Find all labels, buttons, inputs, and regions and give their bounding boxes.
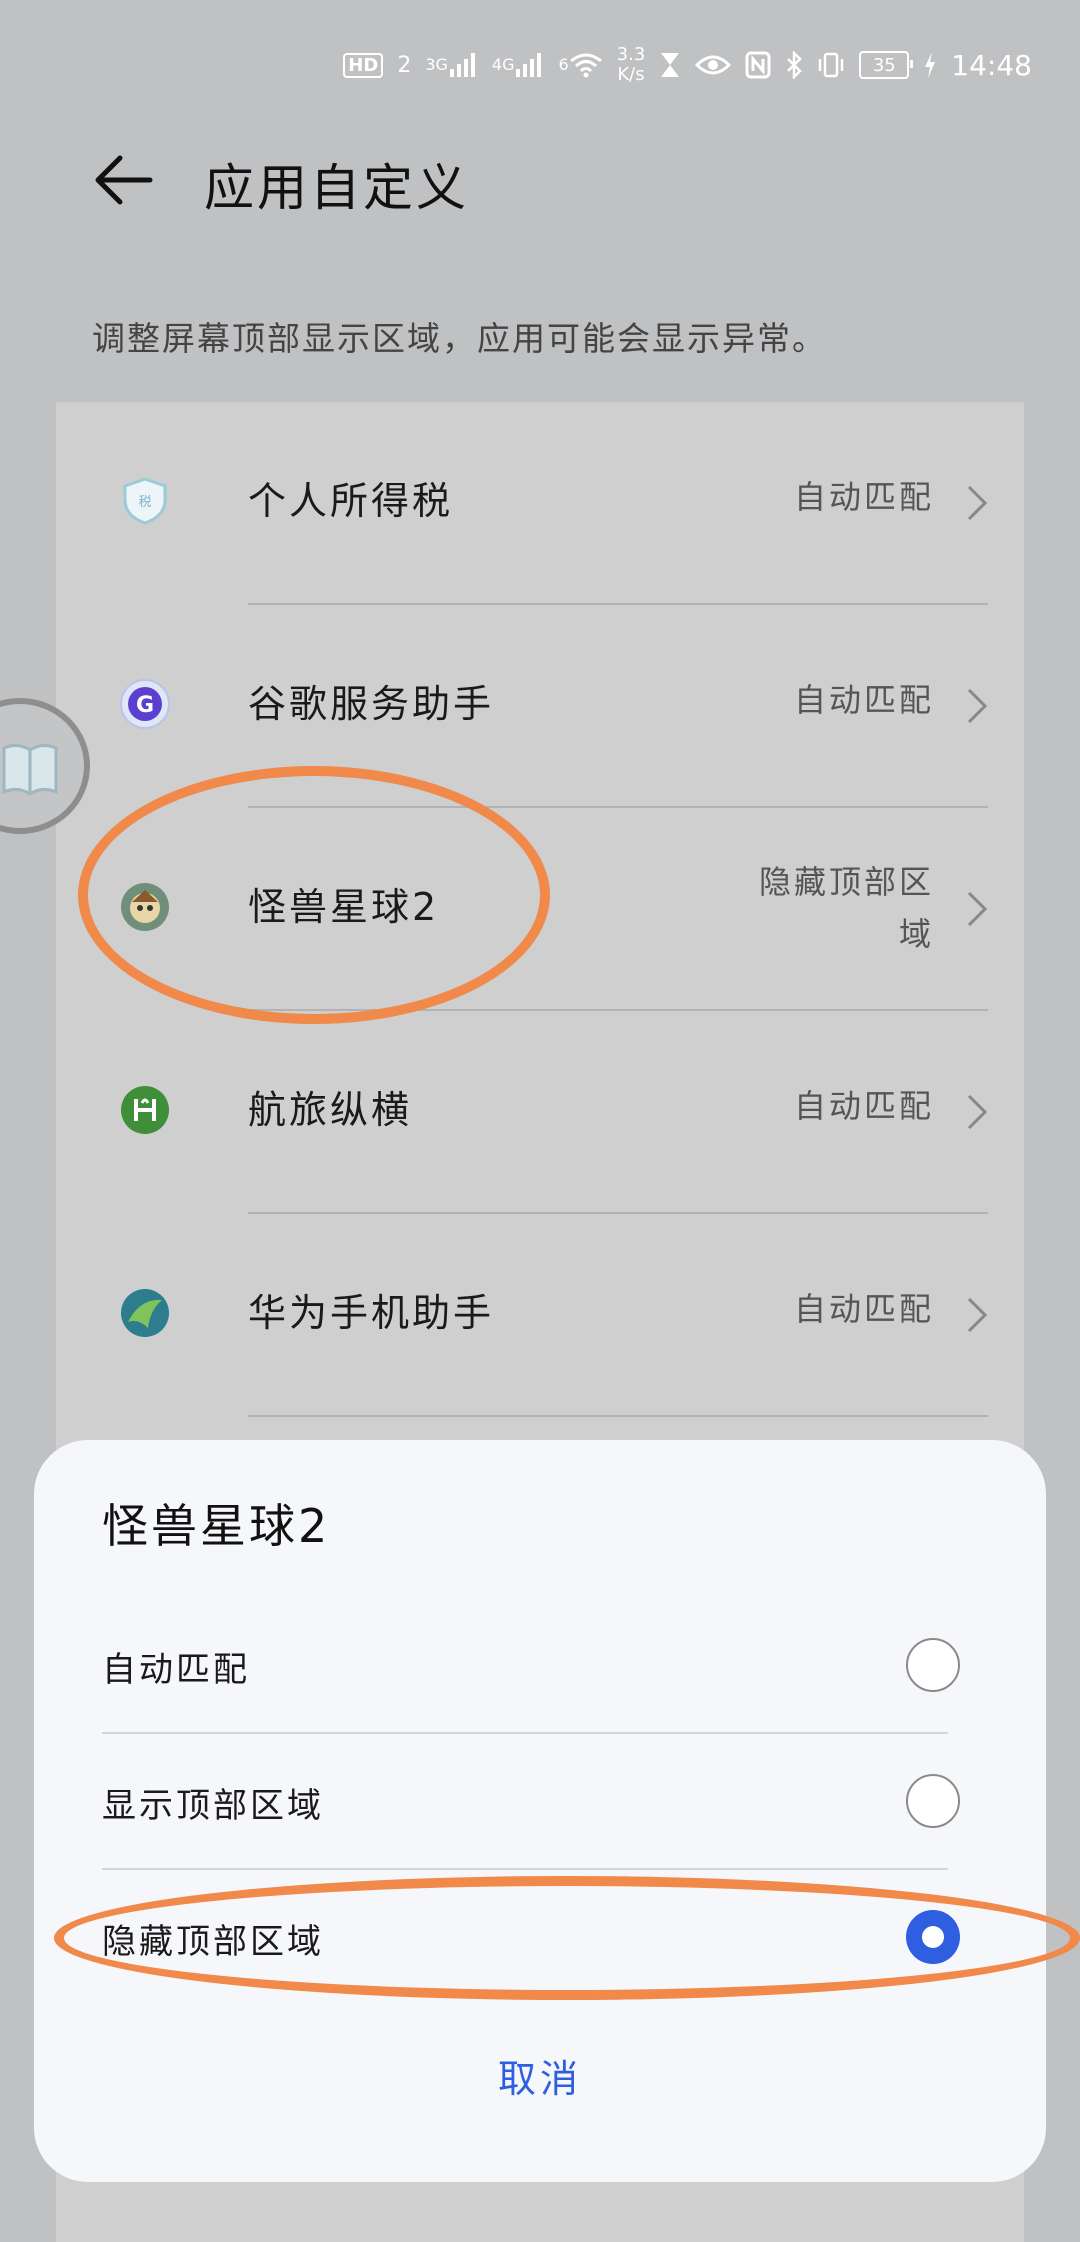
list-item[interactable]: 航旅纵横 自动匹配	[56, 1011, 1024, 1214]
option-label: 自动匹配	[102, 1650, 250, 1690]
phone-assistant-icon	[120, 1288, 170, 1338]
charging-icon	[923, 51, 937, 79]
travel-icon	[120, 1085, 170, 1135]
signal-3g-icon: 3G	[425, 53, 478, 77]
chevron-right-icon	[966, 890, 988, 928]
app-name: 华为手机助手	[248, 1291, 495, 1335]
svg-text:G: G	[136, 693, 154, 718]
app-value: 自动匹配	[793, 1290, 934, 1328]
hd-icon: HD	[343, 52, 384, 78]
signal-4g-icon: 4G	[492, 53, 545, 77]
battery-icon: 35	[859, 51, 914, 79]
app-value: 自动匹配	[793, 1087, 934, 1125]
app-name: 怪兽星球2	[248, 885, 440, 929]
eye-icon	[695, 53, 732, 77]
bluetooth-icon	[785, 51, 803, 79]
page-title: 应用自定义	[204, 159, 469, 217]
back-arrow-icon[interactable]	[90, 150, 160, 210]
dialog-title: 怪兽星球2	[102, 1499, 331, 1553]
cancel-button[interactable]: 取消	[34, 2048, 1046, 2103]
status-bar: HD 2 3G 4G 6 3.3 K/s 35 14:48	[343, 40, 1032, 90]
list-item[interactable]: 怪兽星球2 隐藏顶部区 域	[56, 808, 1024, 1011]
option-label: 显示顶部区域	[102, 1786, 324, 1826]
network-speed: 3.3 K/s	[617, 45, 646, 85]
radio-button[interactable]	[906, 1638, 960, 1692]
app-name: 航旅纵横	[248, 1088, 413, 1132]
sim-label: 2	[397, 52, 412, 78]
page-description: 调整屏幕顶部显示区域，应用可能会显示异常。	[92, 319, 827, 358]
list-item[interactable]: G 谷歌服务助手 自动匹配	[56, 605, 1024, 808]
radio-button-selected[interactable]	[906, 1910, 960, 1964]
divider	[248, 1415, 988, 1417]
radio-button[interactable]	[906, 1774, 960, 1828]
option-hide-top-area[interactable]: 隐藏顶部区域	[102, 1870, 1014, 2006]
app-value-line: 域	[898, 915, 934, 953]
option-auto-match[interactable]: 自动匹配	[102, 1598, 1014, 1734]
app-value: 隐藏顶部区 域	[714, 856, 934, 960]
app-name: 谷歌服务助手	[248, 682, 495, 726]
speed-value: 3.3	[616, 44, 646, 65]
list-item[interactable]: 税 个人所得税 自动匹配	[56, 402, 1024, 605]
google-g-icon: G	[120, 679, 170, 729]
app-value: 自动匹配	[793, 478, 934, 516]
nfc-icon	[745, 51, 771, 79]
bottom-sheet-dialog: 怪兽星球2 自动匹配 显示顶部区域 隐藏顶部区域 取消	[34, 1440, 1046, 2182]
chevron-right-icon	[966, 1093, 988, 1131]
clock: 14:48	[951, 48, 1032, 82]
app-name: 个人所得税	[248, 479, 454, 523]
wifi-icon: 6	[558, 52, 602, 78]
book-icon	[2, 743, 58, 796]
app-value-line: 隐藏顶部区	[758, 863, 934, 901]
option-show-top-area[interactable]: 显示顶部区域	[102, 1734, 1014, 1870]
speed-unit: K/s	[617, 64, 645, 85]
chevron-right-icon	[966, 1296, 988, 1334]
monster-planet-icon	[120, 882, 170, 932]
tax-shield-icon: 税	[120, 476, 170, 526]
list-item[interactable]: 华为手机助手 自动匹配	[56, 1214, 1024, 1417]
vibrate-icon	[817, 51, 845, 79]
hourglass-icon	[659, 51, 681, 79]
chevron-right-icon	[966, 484, 988, 522]
svg-text:税: 税	[138, 495, 151, 510]
chevron-right-icon	[966, 687, 988, 725]
app-value: 自动匹配	[793, 681, 934, 719]
option-label: 隐藏顶部区域	[102, 1922, 324, 1962]
